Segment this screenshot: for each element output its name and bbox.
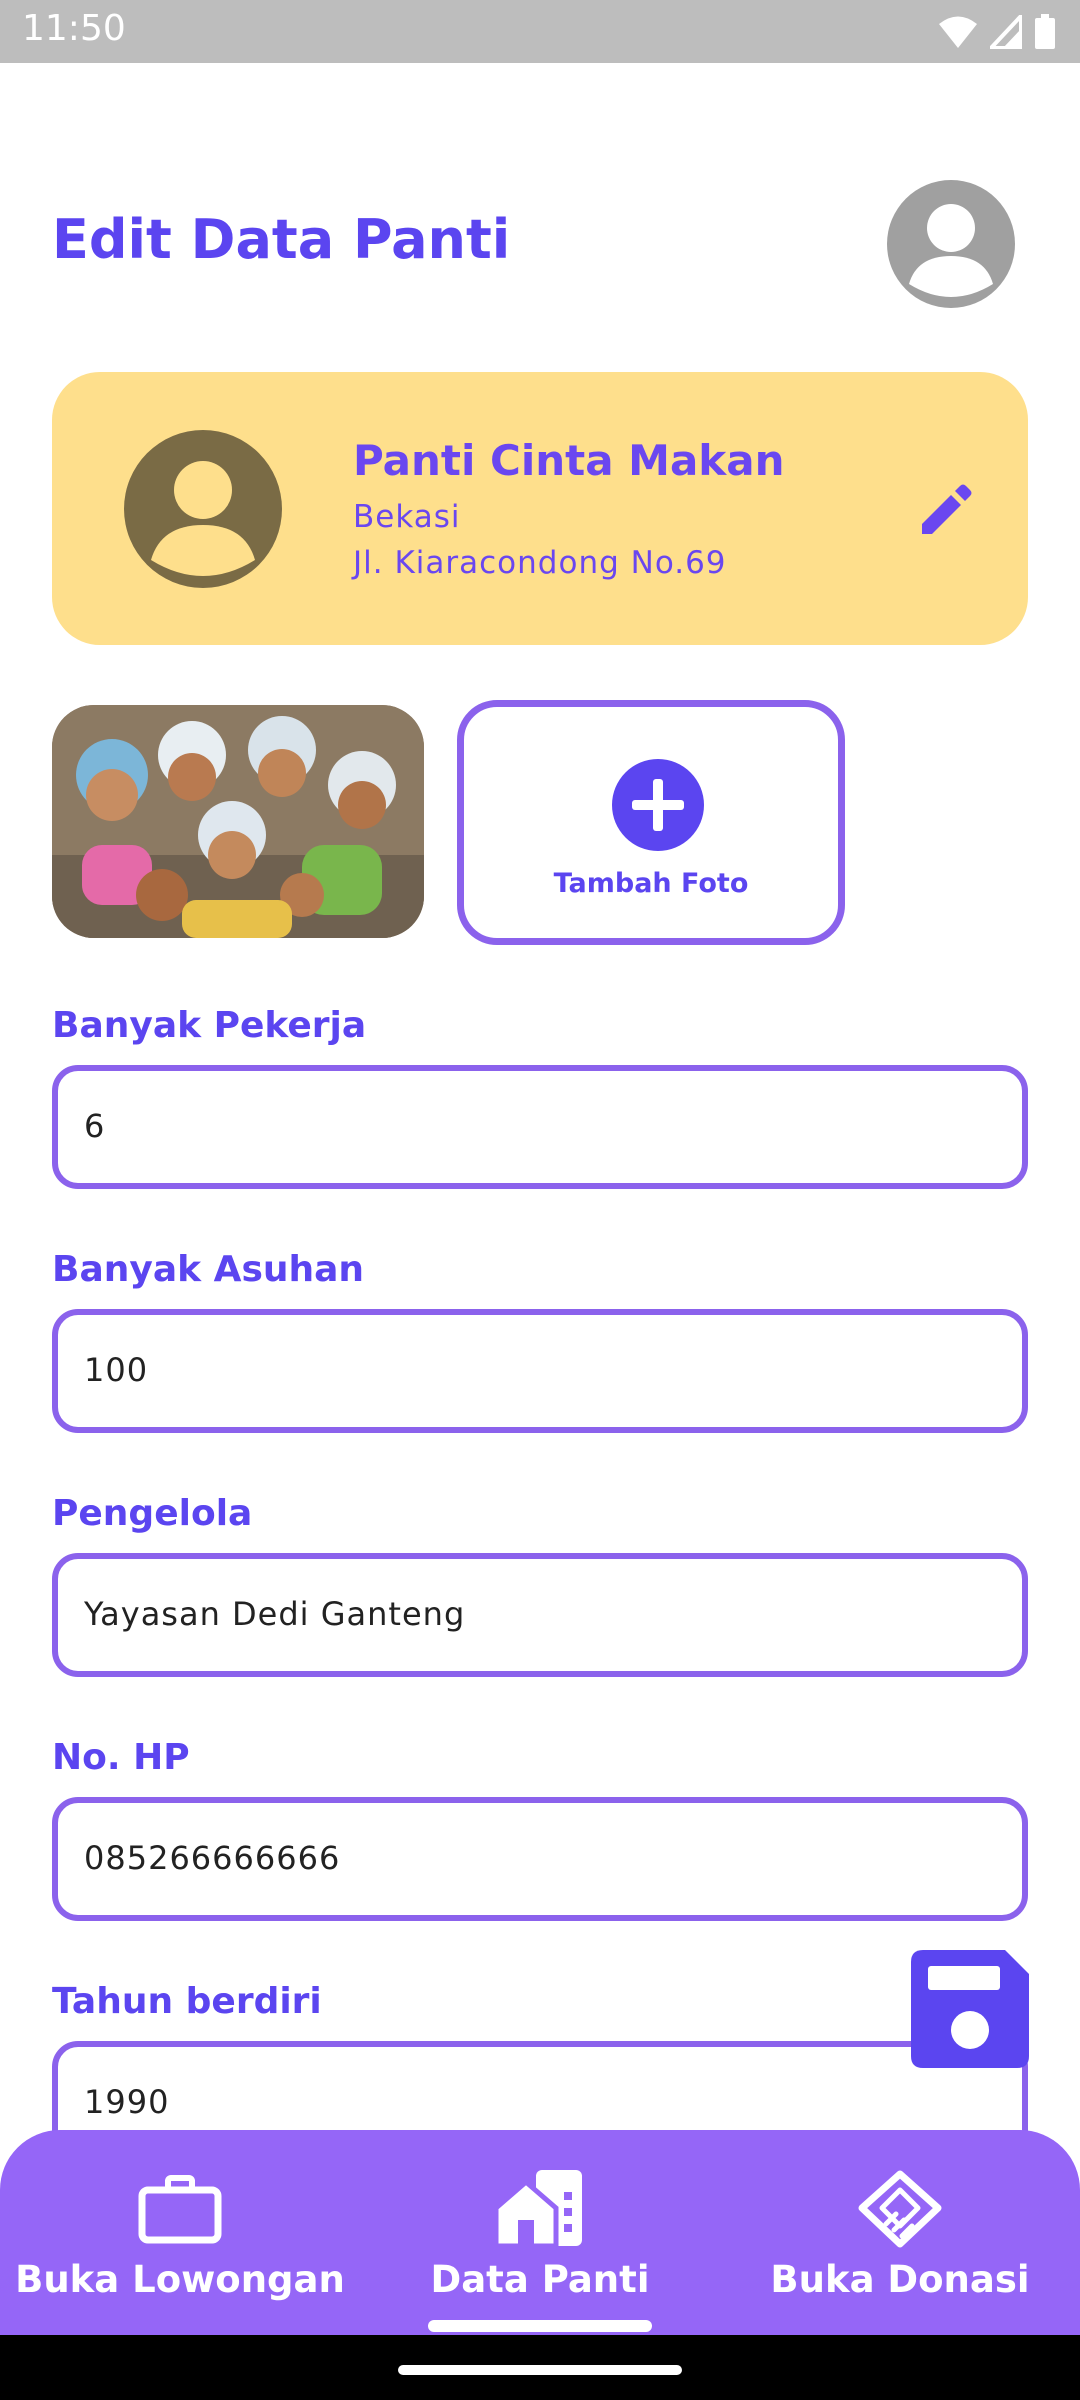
edit-profile-button[interactable] <box>914 478 978 542</box>
profile-card: Panti Cinta Makan Bekasi Jl. Kiaracondon… <box>52 372 1028 645</box>
status-icons <box>938 12 1056 52</box>
nav-label-data-panti: Data Panti <box>430 2258 650 2301</box>
banyak-asuhan-input[interactable]: 100 <box>52 1309 1028 1433</box>
nav-item-buka-lowongan[interactable]: Buka Lowongan <box>0 2130 360 2335</box>
home-gesture-handle[interactable] <box>398 2365 682 2375</box>
handshake-icon <box>858 2170 942 2248</box>
field-label-banyak-asuhan: Banyak Asuhan <box>52 1249 365 1290</box>
panti-photo[interactable] <box>52 705 424 938</box>
floppy-disk-icon <box>911 1950 1029 2068</box>
save-button[interactable] <box>911 1950 1029 2068</box>
wifi-icon <box>939 16 977 48</box>
system-nav-bar <box>0 2335 1080 2400</box>
pencil-icon <box>922 484 972 534</box>
field-label-banyak-pekerja: Banyak Pekerja <box>52 1005 367 1046</box>
children-photo <box>52 705 424 938</box>
panti-city: Bekasi <box>353 499 461 535</box>
banyak-asuhan-value: 100 <box>84 1351 149 1389</box>
page-title: Edit Data Panti <box>52 208 511 271</box>
user-icon <box>151 461 255 576</box>
user-avatar[interactable] <box>887 180 1015 308</box>
no-hp-input[interactable]: 085266666666 <box>52 1797 1028 1921</box>
plus-circle-icon <box>612 759 704 851</box>
field-label-tahun-berdiri: Tahun berdiri <box>52 1981 322 2022</box>
add-photo-label: Tambah Foto <box>553 868 749 899</box>
user-icon <box>909 204 993 297</box>
tahun-berdiri-value: 1990 <box>84 2083 170 2121</box>
house-building-icon <box>496 2170 582 2248</box>
panti-name: Panti Cinta Makan <box>353 436 785 485</box>
banyak-pekerja-value: 6 <box>84 1107 106 1145</box>
signal-icon <box>990 15 1022 49</box>
nav-item-buka-donasi[interactable]: Buka Donasi <box>720 2130 1080 2335</box>
pengelola-value: Yayasan Dedi Ganteng <box>84 1595 466 1633</box>
plus-icon <box>632 779 684 831</box>
battery-icon <box>1035 14 1055 49</box>
field-label-pengelola: Pengelola <box>52 1493 253 1534</box>
add-photo-button[interactable]: Tambah Foto <box>457 700 845 945</box>
status-bar: 11:50 <box>0 0 1080 63</box>
no-hp-value: 085266666666 <box>84 1839 341 1877</box>
banyak-pekerja-input[interactable]: 6 <box>52 1065 1028 1189</box>
pengelola-input[interactable]: Yayasan Dedi Ganteng <box>52 1553 1028 1677</box>
panti-address: Jl. Kiaracondong No.69 <box>353 545 727 581</box>
active-tab-indicator <box>428 2320 652 2332</box>
status-time: 11:50 <box>22 8 126 49</box>
panti-avatar <box>124 430 282 588</box>
nav-label-buka-donasi: Buka Donasi <box>770 2258 1030 2301</box>
bottom-nav: Buka Lowongan Data Panti Buka Donasi <box>0 2130 1080 2335</box>
briefcase-icon <box>138 2175 222 2244</box>
nav-label-buka-lowongan: Buka Lowongan <box>15 2258 345 2301</box>
field-label-no-hp: No. HP <box>52 1737 190 1778</box>
nav-item-data-panti[interactable]: Data Panti <box>360 2130 720 2335</box>
